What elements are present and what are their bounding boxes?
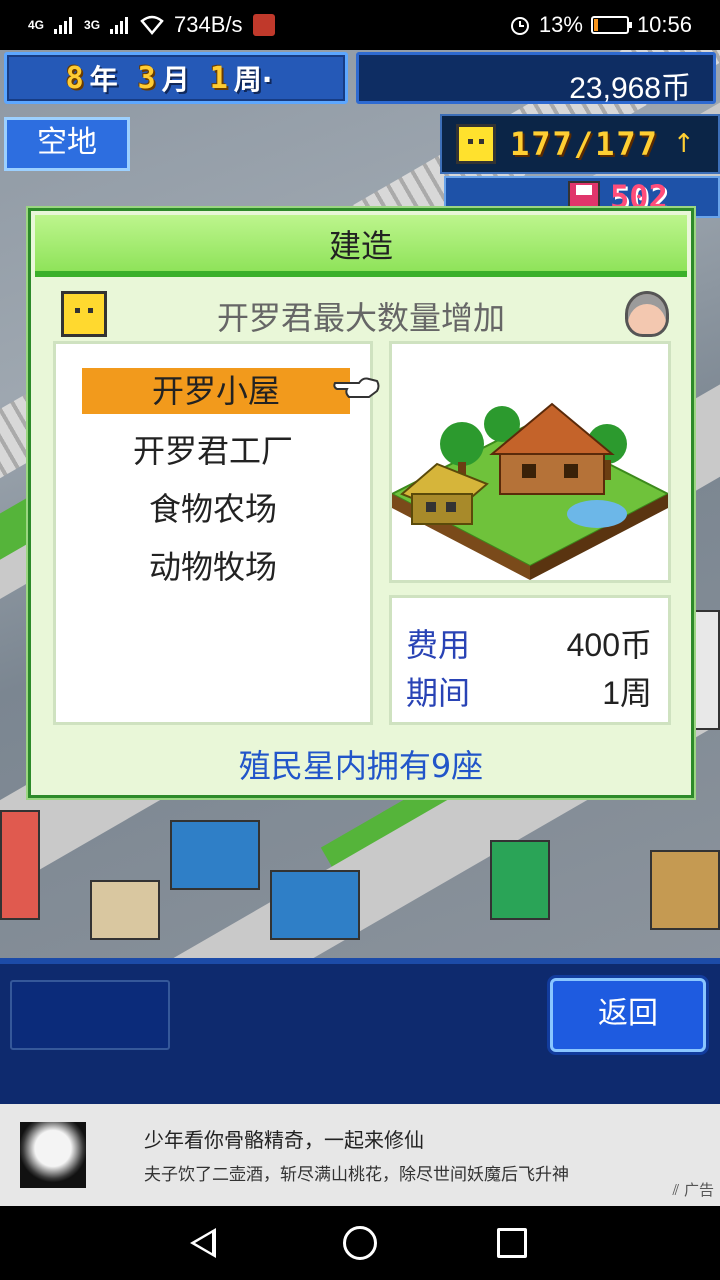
network-4g-label: 4G xyxy=(28,18,45,32)
system-nav-bar xyxy=(0,1206,720,1280)
network-3g-label: 3G xyxy=(84,18,101,32)
battery-percent: 13% xyxy=(538,12,583,37)
ad-title: 少年看你骨骼精奇，一起来修仙 xyxy=(144,1128,424,1152)
owned-count-text: 殖民星内拥有9座 xyxy=(238,747,484,785)
kairo-hut-image xyxy=(392,402,668,580)
population-display: 177/177 ↑ xyxy=(440,114,720,174)
signal-icon-2 xyxy=(110,16,130,34)
nav-back-icon[interactable] xyxy=(190,1228,216,1258)
lot-type-label: 空地 xyxy=(4,117,130,171)
signal-icon xyxy=(54,16,74,34)
week-unit: 周· xyxy=(233,63,273,96)
pointing-hand-cursor-icon xyxy=(333,377,380,398)
network-speed: 734B/s xyxy=(174,12,243,37)
build-dialog: 建造 开罗君最大数量增加 开罗小屋 开罗君工厂 食物农场 动物牧场 费用 400… xyxy=(28,208,694,798)
ad-tag: ⫽ 广告 xyxy=(673,1179,714,1200)
nav-recents-icon[interactable] xyxy=(497,1228,527,1258)
date-display: 8 年 3 月 1 周· xyxy=(4,52,348,104)
building-item-food-farm[interactable]: 食物农场 xyxy=(56,486,370,532)
month-number: 3 xyxy=(137,60,156,96)
clock: 10:56 xyxy=(636,12,692,37)
bottom-bar: 返回 xyxy=(0,958,720,1104)
building-info: 费用 400币 期间 1周 xyxy=(389,595,671,725)
status-bar: 4G 3G 734B/s 13% 10:56 xyxy=(0,0,720,50)
cost-label: 费用 xyxy=(406,626,471,664)
dialog-subtitle: 开罗君最大数量增加 xyxy=(216,299,505,337)
back-button[interactable]: 返回 xyxy=(550,978,706,1052)
building-item-animal-ranch[interactable]: 动物牧场 xyxy=(56,544,370,590)
alarm-icon xyxy=(510,17,529,35)
building-list: 开罗小屋 开罗君工厂 食物农场 动物牧场 xyxy=(53,341,373,725)
period-label: 期间 xyxy=(406,674,471,712)
cost-value: 400币 xyxy=(566,627,652,663)
wifi-icon xyxy=(140,15,164,35)
building-preview xyxy=(389,341,671,583)
year-number: 8 xyxy=(65,60,84,96)
advisor-portrait-icon xyxy=(625,291,669,337)
ad-logo-icon: ⫽ xyxy=(672,1181,684,1199)
week-number: 1 xyxy=(209,60,228,96)
ad-tag-label: 广告 xyxy=(683,1181,714,1199)
building-item-kairo-factory[interactable]: 开罗君工厂 xyxy=(56,428,370,474)
period-value: 1周 xyxy=(602,675,652,711)
empty-slot xyxy=(10,980,170,1050)
ad-banner[interactable]: 少年看你骨骼精奇，一起来修仙 夫子饮了二壶酒，斩尽满山桃花，除尽世间妖魔后飞升神… xyxy=(0,1104,720,1206)
month-unit: 月 xyxy=(161,63,190,96)
nav-home-icon[interactable] xyxy=(343,1226,377,1260)
year-unit: 年 xyxy=(89,63,118,96)
ad-image xyxy=(20,1122,86,1188)
money-display: 23,968币 xyxy=(356,52,716,105)
building-item-kairo-hut[interactable]: 开罗小屋 xyxy=(82,368,350,414)
battery-icon xyxy=(590,16,632,34)
app-notification-icon xyxy=(252,14,275,36)
arrow-up-icon: ↑ xyxy=(672,129,695,159)
dialog-title: 建造 xyxy=(35,215,687,277)
ad-description: 夫子饮了二壶酒，斩尽满山桃花，除尽世间妖魔后飞升神仙 xyxy=(144,1165,569,1182)
kairo-face-icon xyxy=(456,124,496,164)
population-count: 177/177 xyxy=(510,125,659,163)
